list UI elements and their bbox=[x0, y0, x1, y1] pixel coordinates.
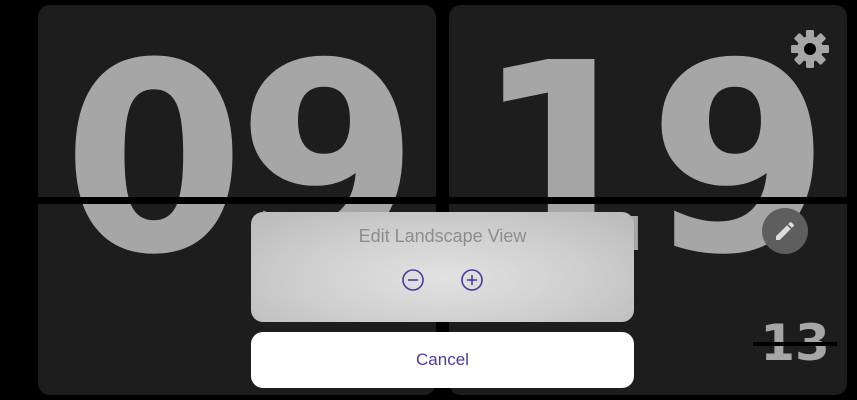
flip-divider bbox=[0, 197, 857, 204]
edit-view-button[interactable] bbox=[762, 208, 808, 254]
gear-icon[interactable] bbox=[789, 28, 831, 70]
seconds-divider bbox=[753, 342, 837, 346]
pencil-icon bbox=[776, 221, 795, 240]
flip-clock-screen: 09 19 13 Edit Landscape View Cancel bbox=[0, 0, 857, 400]
zoom-in-button[interactable] bbox=[460, 268, 484, 292]
zoom-out-button[interactable] bbox=[401, 268, 425, 292]
dialog-title: Edit Landscape View bbox=[358, 226, 527, 246]
minus-circle-icon bbox=[402, 269, 424, 291]
plus-circle-icon bbox=[461, 269, 483, 291]
cancel-button[interactable]: Cancel bbox=[251, 332, 634, 388]
edit-landscape-dialog: Edit Landscape View bbox=[251, 212, 634, 322]
seconds-panel: 13 bbox=[753, 303, 837, 385]
